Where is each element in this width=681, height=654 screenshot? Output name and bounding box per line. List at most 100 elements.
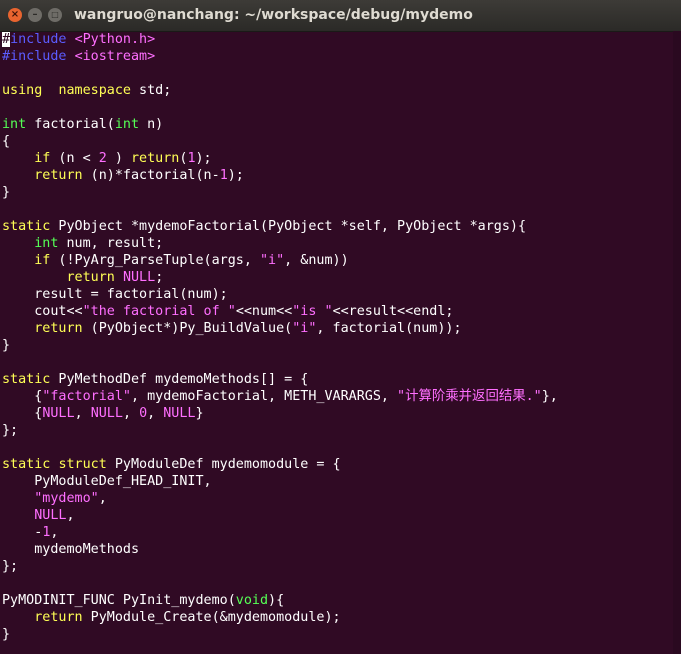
code-token: , xyxy=(74,406,91,421)
keyword-token: if xyxy=(34,253,51,268)
code-line: #include <iostream> xyxy=(2,48,673,65)
code-token: { xyxy=(2,134,11,149)
window-title: wangruo@nanchang: ~/workspace/debug/myde… xyxy=(74,7,473,23)
code-line: }; xyxy=(2,558,673,575)
close-window-button[interactable]: × xyxy=(8,8,22,22)
code-token: ); xyxy=(227,168,244,183)
number-token: 0 xyxy=(139,406,148,421)
code-token: PyObject *mydemoFactorial(PyObject *self… xyxy=(50,219,527,234)
type-token: void xyxy=(235,593,269,608)
code-token: result = factorial(num); xyxy=(2,287,228,302)
code-line: } xyxy=(2,337,673,354)
string-token: "factorial" xyxy=(42,389,131,404)
number-token: NULL xyxy=(34,508,67,523)
code-token: factorial( xyxy=(26,117,115,132)
number-token: 1 xyxy=(187,151,196,166)
code-line: { xyxy=(2,133,673,150)
code-token: ) xyxy=(106,151,131,166)
code-line: static PyMethodDef mydemoMethods[] = { xyxy=(2,371,673,388)
title-bar[interactable]: × – □ wangruo@nanchang: ~/workspace/debu… xyxy=(0,0,681,32)
code-token: (n)*factorial(n- xyxy=(82,168,220,183)
code-token: }, xyxy=(541,389,558,404)
number-token: 1 xyxy=(219,168,228,183)
minimize-window-button[interactable]: – xyxy=(28,8,42,22)
string-token: <Python.h> xyxy=(74,32,156,47)
keyword-token: struct xyxy=(58,457,107,472)
code-token: - xyxy=(2,525,43,540)
code-token: } xyxy=(2,338,11,353)
code-line: }; xyxy=(2,422,673,439)
code-token: cout<< xyxy=(2,304,83,319)
code-token: , factorial(num)); xyxy=(316,321,462,336)
code-token: , xyxy=(66,508,75,523)
code-token: , xyxy=(122,406,140,421)
keyword-token: static xyxy=(2,372,51,387)
code-line: PyModuleDef_HEAD_INIT, xyxy=(2,473,673,490)
code-token: }; xyxy=(2,559,19,574)
maximize-window-button[interactable]: □ xyxy=(48,8,62,22)
editor-text-area[interactable]: #include <Python.h> #include <iostream> u… xyxy=(2,31,673,654)
keyword-token: return xyxy=(131,151,180,166)
code-line: result = factorial(num); xyxy=(2,286,673,303)
code-line: static struct PyModuleDef mydemomodule =… xyxy=(2,456,673,473)
code-token: , xyxy=(50,525,59,540)
code-token: std; xyxy=(131,83,172,98)
code-token: <<num<< xyxy=(235,304,293,319)
code-line: {NULL, NULL, 0, NULL} xyxy=(2,405,673,422)
vertical-scrollbar[interactable] xyxy=(673,31,681,654)
code-token: } xyxy=(2,627,11,642)
code-token: (!PyArg_ParseTuple(args, xyxy=(50,253,260,268)
preprocessor-token: #include xyxy=(2,49,75,64)
code-line: return (PyObject*)Py_BuildValue("i", fac… xyxy=(2,320,673,337)
number-token: 2 xyxy=(98,151,107,166)
code-line: using namespace std; xyxy=(2,82,673,99)
code-line: int factorial(int n) xyxy=(2,116,673,133)
preprocessor-token: include xyxy=(10,32,75,47)
code-token: , &num)) xyxy=(284,253,349,268)
string-token: "计算阶乘并返回结果." xyxy=(397,389,542,404)
code-token: mydemoMethods xyxy=(2,542,140,557)
code-line: if (n < 2 ) return(1); xyxy=(2,150,673,167)
code-token: ){ xyxy=(268,593,285,608)
code-token: n) xyxy=(139,117,164,132)
code-token: PyMethodDef mydemoMethods[] = { xyxy=(50,372,309,387)
code-line: cout<<"the factorial of "<<num<<"is "<<r… xyxy=(2,303,673,320)
code-token: ; xyxy=(155,270,164,285)
code-token: <<result<<endl; xyxy=(332,304,454,319)
code-line: #include <Python.h> xyxy=(2,31,673,48)
keyword-token: return xyxy=(34,321,83,336)
string-token: "i" xyxy=(259,253,285,268)
code-line: int num, result; xyxy=(2,235,673,252)
code-token: PyModuleDef_HEAD_INIT, xyxy=(2,474,212,489)
code-token: ); xyxy=(195,151,212,166)
keyword-token: namespace xyxy=(58,83,131,98)
code-token: { xyxy=(2,389,43,404)
keyword-token: return xyxy=(34,168,83,183)
code-line: static PyObject *mydemoFactorial(PyObjec… xyxy=(2,218,673,235)
string-token: "the factorial of " xyxy=(82,304,236,319)
string-token: "i" xyxy=(292,321,317,336)
text-cursor: # xyxy=(2,32,11,47)
keyword-token: using xyxy=(2,83,43,98)
code-line: "mydemo", xyxy=(2,490,673,507)
code-line: NULL, xyxy=(2,507,673,524)
code-token: (PyObject*)Py_BuildValue( xyxy=(82,321,293,336)
type-token: int xyxy=(34,236,59,251)
code-line: mydemoMethods xyxy=(2,541,673,558)
type-token: int xyxy=(2,117,27,132)
